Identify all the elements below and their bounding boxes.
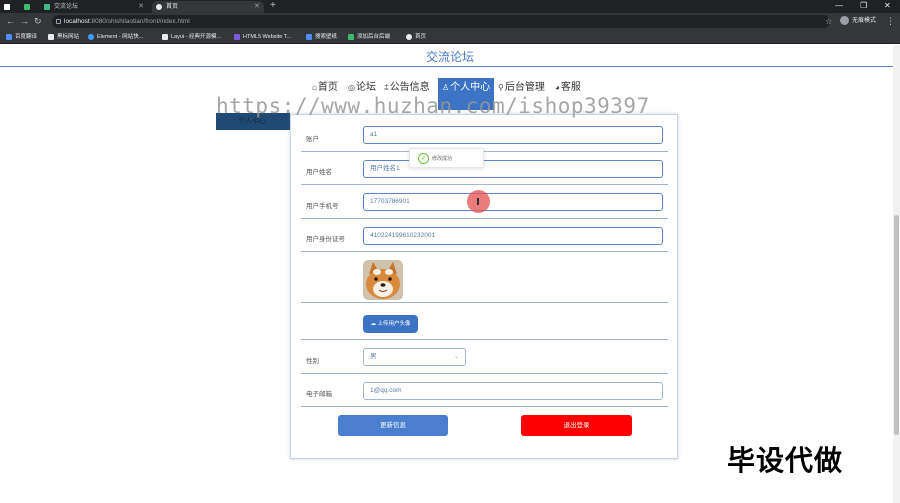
- bookmark-star-icon[interactable]: ☆: [825, 15, 832, 28]
- bookmark-item[interactable]: 添加后台后端: [348, 30, 390, 44]
- update-info-button[interactable]: 更新信息: [338, 415, 448, 436]
- mouse-cursor-icon: [477, 198, 479, 205]
- new-tab-button[interactable]: +: [270, 0, 276, 12]
- row-divider: [301, 218, 668, 219]
- browser-tab-pinned[interactable]: [0, 1, 18, 13]
- email-label: 电子邮箱: [306, 391, 332, 398]
- row-divider: [301, 251, 668, 252]
- close-tab-icon[interactable]: ✕: [138, 1, 144, 13]
- promo-text: 毕设代做: [727, 445, 844, 476]
- user-icon: ♙: [442, 83, 450, 92]
- account-label: 账户: [306, 136, 319, 143]
- browser-tab-app[interactable]: [20, 1, 38, 13]
- globe-icon: [156, 4, 162, 10]
- row-divider: [301, 339, 668, 340]
- address-bar-row: ← → ↻ localhost:8080/shishilaotian/front…: [0, 13, 900, 30]
- toast-text: 修改成功: [432, 156, 453, 162]
- incognito-icon: [840, 15, 849, 25]
- name-field[interactable]: 用户姓名1: [363, 160, 663, 178]
- forward-arrow-icon[interactable]: →: [20, 15, 29, 28]
- bookmark-icon: [306, 34, 312, 40]
- bookmark-item[interactable]: 黑标网站: [48, 30, 79, 44]
- bookmark-icon: [234, 34, 240, 40]
- idcard-label: 用户身份证号: [306, 236, 345, 243]
- browser-tab-bar: 交流论坛 ✕ 首页 ✕ + — ❐ ✕: [0, 0, 900, 13]
- app-icon: [24, 4, 30, 10]
- upload-avatar-button[interactable]: ☁ 上传用户头像: [363, 315, 418, 333]
- row-divider: [301, 406, 668, 407]
- row-divider: [301, 373, 668, 374]
- close-tab-icon[interactable]: ✕: [254, 1, 260, 13]
- profile-form-panel: 账户 a1 用户姓名 用户姓名1 用户手机号 17703786901 用户身份证…: [290, 114, 678, 459]
- bookmark-item[interactable]: 百度翻译: [6, 30, 37, 44]
- maximize-button[interactable]: ❐: [860, 0, 867, 12]
- menu-dots-icon[interactable]: ⋮: [886, 15, 895, 28]
- incognito-profile[interactable]: 无痕模式: [840, 15, 876, 28]
- tab-title: 交流论坛: [54, 4, 79, 10]
- bookmark-item[interactable]: HTML5 Website T...: [234, 30, 291, 44]
- scrollbar-thumb[interactable]: [894, 215, 899, 435]
- idcard-field[interactable]: 410224199610232001: [363, 227, 663, 245]
- page-icon: [4, 4, 10, 10]
- notice-icon: ⩲: [384, 83, 389, 92]
- phone-label: 用户手机号: [306, 203, 339, 210]
- minimize-button[interactable]: —: [835, 0, 843, 12]
- link-icon: ⚲: [498, 83, 504, 92]
- bookmark-icon: [88, 34, 94, 40]
- page-scrollbar[interactable]: [893, 45, 900, 503]
- row-divider: [301, 302, 668, 303]
- url-input[interactable]: localhost:8080/shishilaotian/front/index…: [52, 15, 830, 28]
- row-divider: [301, 151, 668, 152]
- account-field[interactable]: a1: [363, 126, 663, 144]
- success-toast: ✓ 修改成功: [409, 148, 484, 168]
- bookmark-icon: [348, 34, 354, 40]
- bookmark-icon: [406, 34, 412, 40]
- url-host: localhost: [64, 18, 90, 25]
- gender-select[interactable]: 男 ⌄: [363, 348, 466, 366]
- bookmark-item[interactable]: Layui - 经典开源模...: [162, 30, 221, 44]
- bookmark-icon: [6, 34, 12, 40]
- site-title: 交流论坛: [425, 50, 474, 64]
- avatar: [363, 260, 403, 300]
- bookmark-item[interactable]: 首页: [406, 30, 426, 44]
- logout-button[interactable]: 退出登录: [521, 415, 632, 436]
- browser-tab-home[interactable]: 首页 ✕: [152, 1, 264, 13]
- email-field[interactable]: 1@qq.com: [363, 382, 663, 400]
- dog-avatar-image: [363, 260, 403, 300]
- watermark-text: https://www.huzhan.com/ishop39397: [216, 94, 650, 118]
- forum-icon: ◎: [348, 83, 355, 92]
- gender-label: 性别: [306, 358, 319, 365]
- check-icon: ✓: [418, 153, 429, 164]
- support-icon: ◕: [555, 83, 560, 92]
- bookmark-icon: [162, 34, 168, 40]
- phone-field[interactable]: 17703786901: [363, 193, 663, 211]
- reload-icon[interactable]: ↻: [34, 15, 42, 28]
- home-icon: ⌂: [312, 83, 317, 92]
- cloud-upload-icon: ☁: [370, 321, 376, 327]
- chevron-down-icon: ⌄: [453, 354, 459, 360]
- bookmarks-bar: 百度翻译 黑标网站 Element - 网站快... Layui - 经典开源模…: [0, 30, 900, 44]
- name-label: 用户姓名: [306, 169, 332, 176]
- close-window-button[interactable]: ✕: [884, 0, 891, 12]
- bookmark-item[interactable]: 搜索壁纸: [306, 30, 337, 44]
- vue-icon: [44, 4, 50, 10]
- url-path: :8080/shishilaotian/front/index.html: [89, 18, 190, 25]
- bookmark-icon: [48, 34, 54, 40]
- info-icon: [56, 19, 61, 24]
- back-arrow-icon[interactable]: ←: [6, 15, 15, 28]
- row-divider: [301, 184, 668, 185]
- tab-title: 首页: [166, 4, 179, 10]
- bookmark-item[interactable]: Element - 网站快...: [88, 30, 143, 44]
- title-divider: [0, 66, 900, 67]
- click-indicator: [467, 190, 490, 213]
- browser-tab-forum[interactable]: 交流论坛 ✕: [40, 1, 148, 13]
